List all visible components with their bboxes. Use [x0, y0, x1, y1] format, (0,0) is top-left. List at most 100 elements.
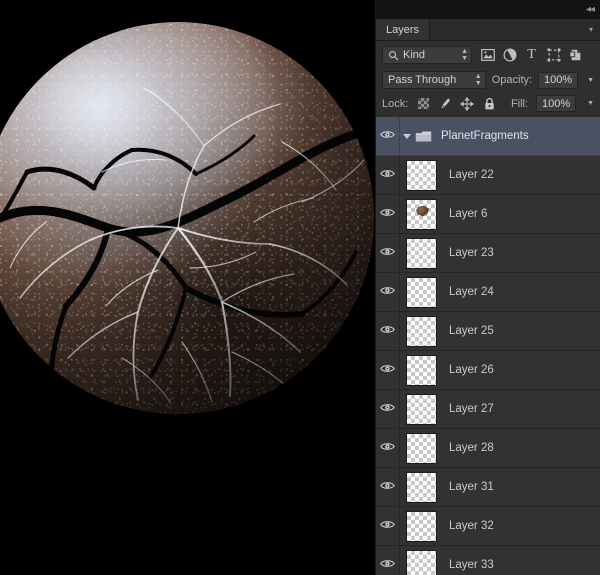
layer-thumbnail[interactable]: [406, 393, 437, 425]
layer-thumbnail[interactable]: [406, 354, 437, 386]
layer-row[interactable]: Layer 22: [376, 156, 600, 195]
folder-icon: [415, 130, 432, 143]
pixel-layer-filter-icon[interactable]: [480, 48, 495, 63]
eye-icon: [380, 363, 395, 377]
document-canvas[interactable]: [0, 0, 375, 575]
layer-name: Layer 23: [449, 247, 494, 259]
layer-group-row[interactable]: PlanetFragments: [376, 117, 600, 156]
collapse-to-icons-icon[interactable]: ◂◂: [586, 4, 595, 15]
lock-fill-row: Lock: Fill: 100% ▼: [376, 93, 600, 117]
lock-transparent-pixels-icon[interactable]: [416, 97, 430, 111]
chevron-down-icon: [403, 133, 411, 139]
fill-input[interactable]: 100%: [536, 95, 577, 112]
adjustment-layer-filter-icon[interactable]: [502, 48, 517, 63]
layer-thumbnail[interactable]: [406, 159, 437, 191]
chevron-updown-icon[interactable]: ▲ ▼: [461, 48, 468, 62]
eye-icon: [380, 129, 395, 143]
layer-visibility-toggle[interactable]: [376, 234, 400, 272]
layer-thumbnail[interactable]: [406, 276, 437, 308]
layer-group-name: PlanetFragments: [441, 130, 529, 142]
layer-name: Layer 6: [449, 208, 488, 220]
eye-icon: [380, 168, 395, 182]
blend-mode-select[interactable]: Pass Through ▲ ▼: [382, 71, 486, 89]
search-icon: [389, 50, 399, 60]
panel-titlebar: ◂◂: [376, 0, 600, 19]
layer-visibility-toggle[interactable]: [376, 429, 400, 467]
blend-opacity-row: Pass Through ▲ ▼ Opacity: 100% ▼: [376, 67, 600, 93]
filter-row: Kind ▲ ▼ T: [376, 41, 600, 67]
blend-mode-value: Pass Through: [388, 74, 457, 86]
filter-type-icons: T: [480, 47, 583, 63]
type-layer-filter-icon[interactable]: T: [524, 47, 539, 63]
eye-icon: [380, 558, 395, 572]
eye-icon: [380, 207, 395, 221]
layer-thumbnail[interactable]: [406, 315, 437, 347]
layer-row[interactable]: Layer 26: [376, 351, 600, 390]
filter-kind-select[interactable]: Kind ▲ ▼: [382, 46, 472, 64]
layer-thumbnail[interactable]: [406, 237, 437, 269]
group-expand-toggle[interactable]: [400, 133, 414, 139]
tab-layers[interactable]: Layers: [376, 19, 431, 40]
layer-row[interactable]: Layer 33: [376, 546, 600, 575]
opacity-input[interactable]: 100%: [538, 71, 579, 89]
chevron-updown-icon[interactable]: ▲ ▼: [475, 73, 482, 87]
layer-name: Layer 25: [449, 325, 494, 337]
tab-layers-label: Layers: [386, 23, 420, 36]
layer-name: Layer 24: [449, 286, 494, 298]
opacity-value: 100%: [543, 74, 573, 86]
layer-row[interactable]: Layer 25: [376, 312, 600, 351]
layer-thumbnail[interactable]: [406, 471, 437, 503]
layer-thumbnail[interactable]: [406, 510, 437, 542]
lock-image-pixels-icon[interactable]: [438, 97, 452, 111]
layer-name: Layer 22: [449, 169, 494, 181]
layer-visibility-toggle[interactable]: [376, 156, 400, 194]
layer-visibility-toggle[interactable]: [376, 273, 400, 311]
layer-visibility-toggle[interactable]: [376, 117, 400, 155]
lock-position-icon[interactable]: [460, 96, 475, 111]
layer-thumbnail[interactable]: [406, 198, 437, 230]
layer-visibility-toggle[interactable]: [376, 351, 400, 389]
layer-row[interactable]: Layer 32: [376, 507, 600, 546]
layer-visibility-toggle[interactable]: [376, 507, 400, 545]
eye-icon: [380, 441, 395, 455]
opacity-label: Opacity:: [491, 74, 533, 86]
panel-menu-icon[interactable]: ▾: [589, 25, 593, 34]
layer-visibility-toggle[interactable]: [376, 195, 400, 233]
fill-chevron-down-icon[interactable]: ▼: [587, 100, 594, 107]
layer-thumbnail[interactable]: [406, 549, 437, 575]
layer-list[interactable]: PlanetFragments Layer 22 Layer 6 Layer 23 La…: [376, 117, 600, 575]
layer-row[interactable]: Layer 28: [376, 429, 600, 468]
layer-name: Layer 32: [449, 520, 494, 532]
cracked-planet-artwork: [0, 22, 374, 414]
layer-row[interactable]: Layer 23: [376, 234, 600, 273]
layer-visibility-toggle[interactable]: [376, 546, 400, 575]
eye-icon: [380, 480, 395, 494]
layer-row[interactable]: Layer 27: [376, 390, 600, 429]
eye-icon: [380, 402, 395, 416]
shape-layer-filter-icon[interactable]: [546, 48, 561, 63]
layer-name: Layer 27: [449, 403, 494, 415]
layer-name: Layer 28: [449, 442, 494, 454]
eye-icon: [380, 519, 395, 533]
lock-label: Lock:: [382, 97, 409, 110]
layer-name: Layer 31: [449, 481, 494, 493]
layer-row[interactable]: Layer 31: [376, 468, 600, 507]
layer-visibility-toggle[interactable]: [376, 312, 400, 350]
layer-visibility-toggle[interactable]: [376, 390, 400, 428]
layer-name: Layer 33: [449, 559, 494, 571]
opacity-chevron-down-icon[interactable]: ▼: [587, 77, 594, 84]
layer-thumbnail[interactable]: [406, 432, 437, 464]
layer-visibility-toggle[interactable]: [376, 468, 400, 506]
eye-icon: [380, 324, 395, 338]
eye-icon: [380, 246, 395, 260]
checkerboard-glyph: [417, 98, 429, 109]
panel-tabstrip: Layers ▾: [376, 19, 600, 41]
eye-icon: [380, 285, 395, 299]
lock-all-icon[interactable]: [482, 97, 496, 111]
layer-row[interactable]: Layer 24: [376, 273, 600, 312]
layers-panel: ◂◂ Layers ▾ Kind ▲ ▼ T Pass Through ▲ ▼ …: [375, 0, 600, 575]
tabstrip-filler: ▾: [430, 19, 600, 40]
layer-name: Layer 26: [449, 364, 494, 376]
layer-row[interactable]: Layer 6: [376, 195, 600, 234]
smart-object-filter-icon[interactable]: [568, 48, 583, 63]
